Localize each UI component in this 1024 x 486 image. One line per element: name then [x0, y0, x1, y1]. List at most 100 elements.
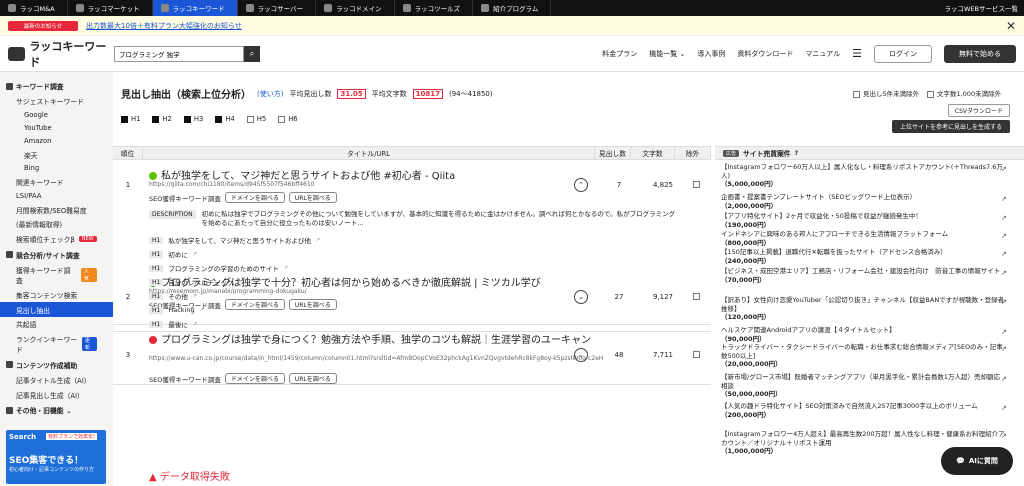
ai-question-button[interactable]: 💬 AIに質問	[941, 447, 1013, 475]
sidebar-section[interactable]: コンテンツ作成補助	[0, 357, 113, 373]
sidebar-section[interactable]: その他・旧機能 ⌄	[0, 402, 113, 418]
external-link-icon[interactable]: ↗	[193, 251, 197, 257]
help-link[interactable]: (使い方)	[257, 89, 283, 99]
site-sale-item[interactable]: 【新市場/グロース市場】既婚者マッチングアプリ（単月黒字化・累計会員数1万人超）…	[721, 373, 1006, 399]
domain-check-button[interactable]: ドメインを調べる	[224, 373, 285, 384]
sidebar-item[interactable]: 月間検索数/SEO難易度	[0, 202, 113, 217]
result-url[interactable]: https://www.u-can.co.jp/course/data/in_h…	[149, 355, 603, 362]
sidebar-item[interactable]: 楽天	[0, 147, 113, 162]
generate-headings-button[interactable]: 上位サイトを参考に見出しを生成する	[891, 120, 1010, 133]
external-link-icon[interactable]: ↗	[1001, 269, 1007, 277]
filter-h3[interactable]: H3	[183, 115, 203, 123]
col-chars[interactable]: 文字数	[631, 147, 675, 159]
sidebar-item[interactable]: YouTube	[0, 122, 113, 135]
sidebar-item[interactable]: 集客コンテンツ検索	[0, 287, 113, 302]
external-link-icon[interactable]: ↗	[1001, 165, 1007, 173]
url-check-button[interactable]: URLを調べる	[288, 373, 337, 384]
sidebar-item[interactable]: サジェストキーワード	[0, 94, 113, 109]
filter-h2[interactable]: H2	[152, 115, 172, 123]
site-sale-item[interactable]: インドネシアに興味のある邦人にアプローチできる生活情報プラットフォーム （800,…	[721, 230, 1006, 247]
checkbox[interactable]	[246, 115, 254, 123]
close-icon[interactable]: ✕	[1006, 19, 1016, 33]
filter-h1[interactable]: H1	[121, 115, 140, 123]
header-nav-item-1[interactable]: 機能一覧 ⌄	[649, 49, 685, 59]
exclude-checkbox[interactable]	[693, 351, 700, 358]
top-tab-6[interactable]: 紹介プログラム	[473, 0, 552, 16]
top-tab-2[interactable]: ラッコキーワード	[152, 0, 238, 16]
col-count[interactable]: 見出し数	[595, 147, 631, 159]
top-tab-1[interactable]: ラッコマーケット	[68, 0, 153, 16]
external-link-icon[interactable]: ↗	[284, 265, 288, 271]
heading-text[interactable]: 私が独学をして、マジ神だと思うサイトおよび他	[168, 235, 310, 245]
external-link-icon[interactable]: ↗	[1001, 432, 1007, 440]
header-nav-item-0[interactable]: 料金プラン	[602, 49, 637, 59]
site-sale-item[interactable]: 【人気の趣ドラ特化サイト】SEO対策済みで自然流入257記事3000字以上のボリ…	[721, 402, 1006, 419]
filter-h5[interactable]: H5	[246, 115, 266, 123]
top-tab-3[interactable]: ラッコサーバー	[238, 0, 317, 16]
sidebar-ad-banner[interactable]: Search 有料プランで効率化! SEO集客できる！ 初心者向け・記事コンテン…	[6, 430, 106, 484]
external-link-icon[interactable]: ↗	[193, 293, 197, 299]
result-url[interactable]: https://qiita.com/chi1180/items/d945f550…	[149, 181, 315, 188]
external-link-icon[interactable]: ↗	[1001, 232, 1007, 240]
filter-h6[interactable]: H6	[278, 115, 298, 123]
external-link-icon[interactable]: ↗	[1001, 250, 1007, 258]
signup-button[interactable]: 無料で始める	[944, 44, 1016, 63]
result-title[interactable]: プログラミングは独学で身につく？勉強方法や手順、独学のコツも解説｜生涯学習のユー…	[149, 331, 591, 346]
sidebar-item[interactable]: 関連キーワード	[0, 175, 113, 190]
sidebar-item[interactable]: (最新情報取得)	[0, 217, 113, 232]
checkbox[interactable]	[152, 115, 160, 123]
external-link-icon[interactable]: ↗	[316, 237, 320, 243]
filter-h4[interactable]: H4	[215, 115, 235, 123]
csv-download-button[interactable]: CSVダウンロード	[947, 104, 1010, 117]
checkbox[interactable]	[121, 115, 128, 123]
external-link-icon[interactable]: ↗	[1001, 195, 1007, 203]
header-nav-item-3[interactable]: 資料ダウンロード	[737, 49, 793, 59]
chevron-down-icon[interactable]: ⌄	[574, 348, 588, 362]
header-nav-item-4[interactable]: マニュアル	[805, 49, 840, 59]
top-tab-4[interactable]: ラッコドメイン	[316, 0, 395, 16]
top-tab-0[interactable]: ラッコM&A	[0, 0, 68, 16]
sidebar-item[interactable]: Amazon	[0, 134, 113, 147]
site-sale-item[interactable]: 企画書・提案書テンプレートサイト（SEOビッグワード上位表示） （2,000,00…	[721, 193, 1006, 210]
external-link-icon[interactable]: ↗	[1001, 214, 1007, 222]
sidebar-section[interactable]: キーワード調査	[0, 78, 113, 94]
domain-check-button[interactable]: ドメインを調べる	[224, 192, 285, 203]
sidebar-item[interactable]: ランクインキーワード 更新	[0, 332, 113, 357]
site-sale-item[interactable]: ヘルスケア関連Androidアプリの譲渡【４タイトルセット】 （90,000円）	[721, 326, 1006, 343]
help-icon[interactable]: ?	[795, 150, 798, 157]
site-sale-item[interactable]: 【アプリ特化サイト】2ヶ月で収益化・50投稿で収益が継続発生中！ （190,000…	[721, 212, 1006, 229]
heading-text[interactable]: プログラミングの学習のためのサイト	[168, 263, 279, 273]
external-link-icon[interactable]: ↗	[193, 321, 197, 327]
site-sale-item[interactable]: 【訳あり】女性向け恋愛YouTuber「公認切り抜き」チャンネル【収益BANです…	[721, 296, 1006, 322]
checkbox[interactable]	[183, 115, 191, 123]
sidebar-item[interactable]: 共起語	[0, 317, 113, 332]
login-button[interactable]: ログイン	[874, 44, 932, 63]
sidebar-item[interactable]: 記事タイトル生成（AI）	[0, 373, 113, 388]
search-icon[interactable]: ⌕	[244, 45, 260, 62]
external-link-icon[interactable]: ↗	[1001, 298, 1007, 306]
notice-link[interactable]: 出力数最大10倍＋有料プラン大幅強化のお知らせ	[86, 21, 242, 31]
col-rank[interactable]: 順位	[113, 147, 143, 159]
external-link-icon[interactable]: ↗	[200, 307, 204, 313]
sidebar-section[interactable]: 競合分析/サイト調査	[0, 247, 113, 263]
checkbox[interactable]	[215, 115, 223, 123]
external-link-icon[interactable]: ↗	[238, 279, 242, 285]
external-link-icon[interactable]: ↗	[1001, 375, 1007, 383]
site-sale-item[interactable]: トラックドライバー・タクシードライバーの転職・お仕事求む総合情報メディア[SEO…	[721, 343, 1006, 369]
site-sale-item[interactable]: 【ビジネス・成田空港エリア】工務店・リフォーム会社・建設会社向け 防音工事の情報…	[721, 267, 1006, 284]
search-input[interactable]	[114, 45, 244, 62]
external-link-icon[interactable]: ↗	[1001, 404, 1007, 412]
url-check-button[interactable]: URLを調べる	[288, 192, 337, 203]
heading-text[interactable]: Hacking	[168, 306, 194, 314]
sidebar-item[interactable]: 記事見出し生成（AI）	[0, 387, 113, 402]
heading-text[interactable]: 自分のレベルチェック	[168, 277, 233, 287]
result-title[interactable]: 私が独学をして、マジ神だと思うサイトおよび他 #初心者 - Qiita	[149, 167, 455, 182]
site-sale-item[interactable]: 【Instagramフォロワー60万人以上】属人化なし・料理系リポストアカウント…	[721, 163, 1006, 189]
external-link-icon[interactable]: ↗	[1001, 328, 1007, 336]
sidebar-item[interactable]: LSI/PAA	[0, 189, 113, 202]
exclude-checkbox[interactable]	[693, 181, 700, 188]
heading-text[interactable]: 最後に	[168, 319, 188, 329]
checkbox[interactable]	[278, 115, 286, 123]
sidebar-item[interactable]: Bing	[0, 162, 113, 175]
hamburger-icon[interactable]: ☰	[852, 47, 862, 60]
